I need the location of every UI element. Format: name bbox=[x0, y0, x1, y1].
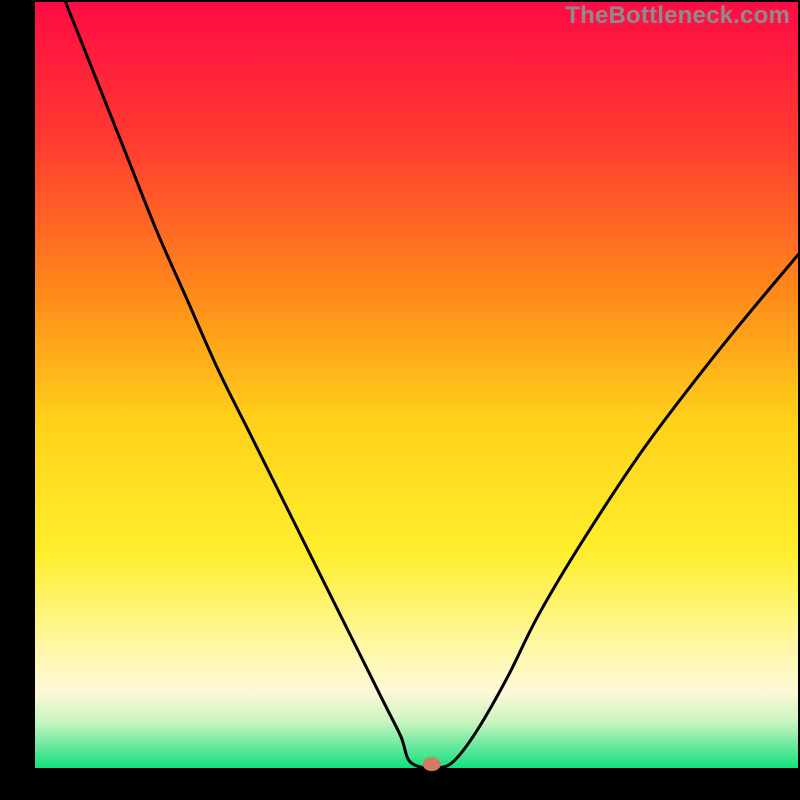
bottleneck-chart bbox=[0, 0, 800, 800]
plot-background bbox=[35, 2, 798, 768]
chart-stage: TheBottleneck.com bbox=[0, 0, 800, 800]
optimal-point-marker bbox=[423, 757, 441, 771]
watermark-text: TheBottleneck.com bbox=[565, 2, 790, 30]
